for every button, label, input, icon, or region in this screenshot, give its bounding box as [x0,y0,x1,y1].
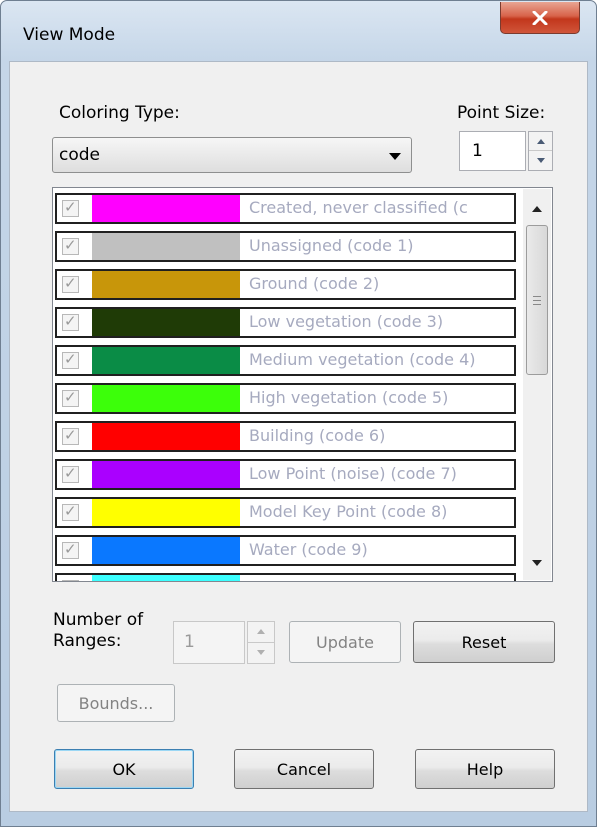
ranges-up-button[interactable] [248,622,274,643]
point-size-up-button[interactable] [529,132,552,151]
color-swatch[interactable] [92,423,240,450]
class-checkbox[interactable]: ✓ [62,578,79,581]
class-checkbox[interactable]: ✓ [62,236,79,255]
checkmark-icon: ✓ [64,198,77,216]
checkmark-icon: ✓ [64,426,77,444]
list-item[interactable]: ✓ Rail (code 10) [55,573,516,581]
bounds-button[interactable]: Bounds... [57,684,175,722]
scroll-up-button[interactable] [523,195,551,223]
class-label: Ground (code 2) [249,274,380,293]
arrow-down-icon [536,158,545,163]
list-item[interactable]: ✓ Water (code 9) [55,535,516,566]
class-label: Medium vegetation (code 4) [249,350,476,369]
chevron-down-icon [389,153,401,160]
number-of-ranges-input[interactable]: 1 [173,621,245,664]
cancel-button[interactable]: Cancel [234,749,374,789]
checkmark-icon: ✓ [64,274,77,292]
scroll-thumb[interactable] [526,225,548,375]
classification-list[interactable]: ✓ Created, never classified (c ✓ Unassigned… [52,187,553,582]
point-size-input[interactable]: 1 [459,131,526,171]
class-label: Rail (code 10) [249,578,360,581]
checkmark-icon: ✓ [64,388,77,406]
class-checkbox[interactable]: ✓ [62,350,79,369]
class-checkbox[interactable]: ✓ [62,464,79,483]
title-bar[interactable]: View Mode [1,1,596,61]
class-checkbox[interactable]: ✓ [62,426,79,445]
class-checkbox[interactable]: ✓ [62,502,79,521]
reset-button[interactable]: Reset [413,621,555,663]
point-size-value: 1 [472,141,483,161]
color-swatch[interactable] [92,461,240,488]
close-icon [532,10,548,25]
coloring-type-select[interactable]: code [52,137,412,173]
class-label: Created, never classified (c [249,198,468,217]
class-label: Model Key Point (code 8) [249,502,448,521]
point-size-label: Point Size: [457,103,546,123]
class-label: Unassigned (code 1) [249,236,414,255]
list-item[interactable]: ✓ Building (code 6) [55,421,516,452]
color-swatch[interactable] [92,575,240,581]
number-of-ranges-label: Number of Ranges: [53,610,143,652]
checkmark-icon: ✓ [64,236,77,254]
list-item[interactable]: ✓ Low Point (noise) (code 7) [55,459,516,490]
ranges-label-line2: Ranges: [53,631,122,651]
checkmark-icon: ✓ [64,464,77,482]
ranges-down-button[interactable] [248,643,274,664]
ranges-label-line1: Number of [53,610,144,630]
class-label: Low vegetation (code 3) [249,312,444,331]
coloring-type-label: Coloring Type: [59,103,180,123]
checkmark-icon: ✓ [64,312,77,330]
class-checkbox[interactable]: ✓ [62,540,79,559]
list-item[interactable]: ✓ Model Key Point (code 8) [55,497,516,528]
checkmark-icon: ✓ [64,578,77,581]
coloring-type-value: code [59,145,100,165]
point-size-spinner[interactable] [528,131,553,171]
class-label: High vegetation (code 5) [249,388,449,407]
color-swatch[interactable] [92,385,240,412]
color-swatch[interactable] [92,347,240,374]
grip-icon [533,295,541,305]
list-item[interactable]: ✓ Unassigned (code 1) [55,231,516,262]
color-swatch[interactable] [92,233,240,260]
class-label: Low Point (noise) (code 7) [249,464,457,483]
arrow-up-icon [257,629,265,635]
update-button[interactable]: Update [289,621,401,663]
class-label: Building (code 6) [249,426,386,445]
arrow-down-icon [532,560,542,566]
class-checkbox[interactable]: ✓ [62,198,79,217]
scroll-down-button[interactable] [523,549,551,577]
class-checkbox[interactable]: ✓ [62,312,79,331]
help-button[interactable]: Help [415,749,555,789]
ok-button[interactable]: OK [54,749,194,789]
color-swatch[interactable] [92,271,240,298]
list-item[interactable]: ✓ Medium vegetation (code 4) [55,345,516,376]
close-button[interactable] [500,2,580,34]
ranges-spinner[interactable] [247,621,275,664]
color-swatch[interactable] [92,499,240,526]
list-item[interactable]: ✓ Ground (code 2) [55,269,516,300]
checkmark-icon: ✓ [64,350,77,368]
arrow-down-icon [257,650,265,656]
view-mode-dialog: View Mode Coloring Type: code Point Size… [0,0,597,827]
class-checkbox[interactable]: ✓ [62,388,79,407]
class-checkbox[interactable]: ✓ [62,274,79,293]
checkmark-icon: ✓ [64,540,77,558]
list-item[interactable]: ✓ Created, never classified (c [55,193,516,224]
color-swatch[interactable] [92,195,240,222]
point-size-down-button[interactable] [529,151,552,170]
arrow-up-icon [536,138,545,144]
dialog-title: View Mode [23,25,116,45]
color-swatch[interactable] [92,309,240,336]
arrow-up-icon [532,206,542,212]
ranges-value: 1 [184,632,195,652]
list-scrollbar[interactable] [523,189,551,580]
class-label: Water (code 9) [249,540,368,559]
checkmark-icon: ✓ [64,502,77,520]
list-item[interactable]: ✓ High vegetation (code 5) [55,383,516,414]
list-item[interactable]: ✓ Low vegetation (code 3) [55,307,516,338]
color-swatch[interactable] [92,537,240,564]
